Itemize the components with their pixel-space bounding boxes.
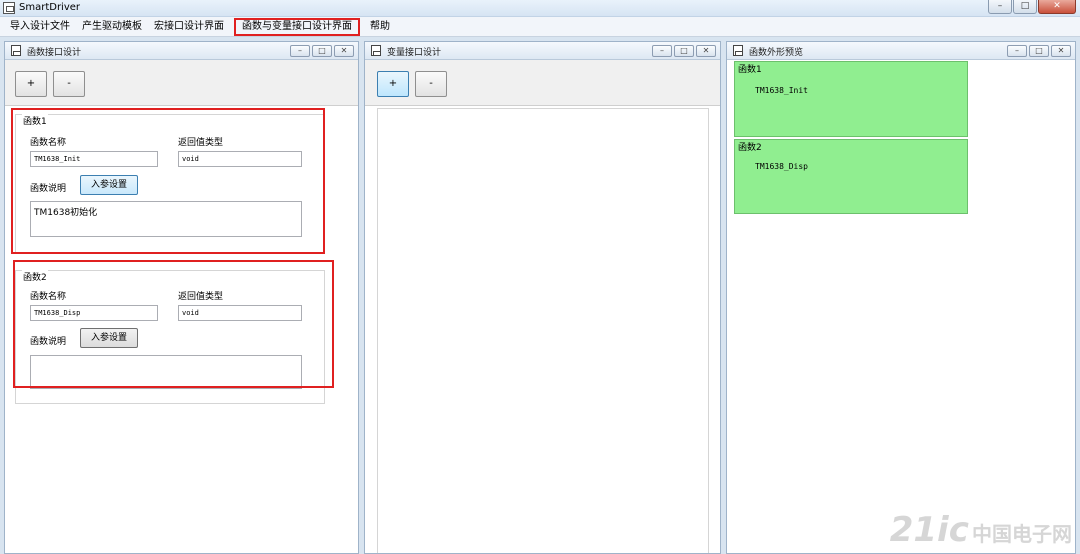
preview-function-name: TM1638_Init <box>755 86 808 95</box>
watermark-logo: 21ic <box>889 510 969 550</box>
function-desc-label: 函数说明 <box>30 184 67 194</box>
title-bar: SmartDriver – □ ✕ <box>0 0 1080 17</box>
add-variable-button[interactable]: + <box>377 71 409 97</box>
preview-tag: 函数2 <box>738 143 762 153</box>
preview-item[interactable]: 函数2 TM1638_Disp <box>734 139 968 214</box>
preview-tag: 函数1 <box>738 65 762 75</box>
panel-restore-button[interactable]: □ <box>674 45 694 57</box>
panel-title: 函数接口设计 <box>27 48 82 58</box>
group-title: 函数1 <box>22 114 48 127</box>
param-settings-button[interactable]: 入参设置 <box>80 175 138 195</box>
function-group-1: 函数1 函数名称 TM1638_Init 返回值类型 void 函数说明 入参设… <box>15 114 325 254</box>
function-desc-textarea[interactable]: TM1638初始化 <box>30 201 302 237</box>
watermark: 21ic 中国电子网 <box>890 510 1072 550</box>
maximize-button[interactable]: □ <box>1013 0 1037 14</box>
panel-restore-button[interactable]: □ <box>312 45 332 57</box>
close-button[interactable]: ✕ <box>1038 0 1076 14</box>
function-group-2: 函数2 函数名称 TM1638_Disp 返回值类型 void 函数说明 入参设… <box>15 270 325 404</box>
clipboard-icon <box>11 45 21 56</box>
panel-minimize-button[interactable]: – <box>652 45 672 57</box>
preview-item[interactable]: 函数1 TM1638_Init <box>734 61 968 137</box>
minimize-button[interactable]: – <box>988 0 1012 14</box>
panel-title: 函数外形预览 <box>749 48 804 58</box>
panel-minimize-button[interactable]: – <box>290 45 310 57</box>
panel-minimize-button[interactable]: – <box>1007 45 1027 57</box>
window-title: SmartDriver <box>19 2 81 13</box>
group-title: 函数2 <box>22 270 48 283</box>
menu-import-design[interactable]: 导入设计文件 <box>4 18 76 36</box>
panel-title: 变量接口设计 <box>387 48 442 58</box>
function-name-field[interactable]: TM1638_Init <box>30 151 158 167</box>
menu-macro-interface[interactable]: 宏接口设计界面 <box>148 18 230 36</box>
panel-restore-button[interactable]: □ <box>1029 45 1049 57</box>
panel-close-button[interactable]: ✕ <box>334 45 354 57</box>
menu-generate-driver[interactable]: 产生驱动模板 <box>76 18 148 36</box>
function-desc-textarea[interactable] <box>30 355 302 389</box>
watermark-text: 中国电子网 <box>972 522 1072 546</box>
menu-func-var-interface[interactable]: 函数与变量接口设计界面 <box>234 17 360 36</box>
function-name-label: 函数名称 <box>30 292 67 302</box>
remove-function-button[interactable]: - <box>53 71 85 97</box>
menu-bar: 导入设计文件 产生驱动模板 宏接口设计界面 函数与变量接口设计界面 帮助 <box>0 17 1080 37</box>
app-icon <box>3 2 15 14</box>
return-type-label: 返回值类型 <box>178 292 224 302</box>
function-name-field[interactable]: TM1638_Disp <box>30 305 158 321</box>
panel-header: 函数接口设计 – □ ✕ <box>5 42 358 60</box>
function-name-label: 函数名称 <box>30 138 67 148</box>
return-type-field[interactable]: void <box>178 151 302 167</box>
function-preview-panel: 函数外形预览 – □ ✕ 函数1 TM1638_Init 函数2 TM1638_… <box>726 41 1076 554</box>
panel-toolbar: + - <box>365 60 720 106</box>
return-type-label: 返回值类型 <box>178 138 224 148</box>
function-interface-panel: 函数接口设计 – □ ✕ + - 函数1 函数名称 TM1638_Init 返回… <box>4 41 359 554</box>
return-type-field[interactable]: void <box>178 305 302 321</box>
add-function-button[interactable]: + <box>15 71 47 97</box>
function-desc-label: 函数说明 <box>30 337 67 347</box>
panel-header: 函数外形预览 – □ ✕ <box>727 42 1075 60</box>
remove-variable-button[interactable]: - <box>415 71 447 97</box>
clipboard-icon <box>371 45 381 56</box>
panel-close-button[interactable]: ✕ <box>1051 45 1071 57</box>
clipboard-icon <box>733 45 743 56</box>
variable-interface-panel: 变量接口设计 – □ ✕ + - <box>364 41 721 554</box>
panel-close-button[interactable]: ✕ <box>696 45 716 57</box>
panel-toolbar: + - <box>5 60 358 106</box>
panel-header: 变量接口设计 – □ ✕ <box>365 42 720 60</box>
variable-list-area[interactable] <box>377 108 709 553</box>
preview-function-name: TM1638_Disp <box>755 162 808 171</box>
menu-help[interactable]: 帮助 <box>364 18 396 36</box>
param-settings-button[interactable]: 入参设置 <box>80 328 138 348</box>
